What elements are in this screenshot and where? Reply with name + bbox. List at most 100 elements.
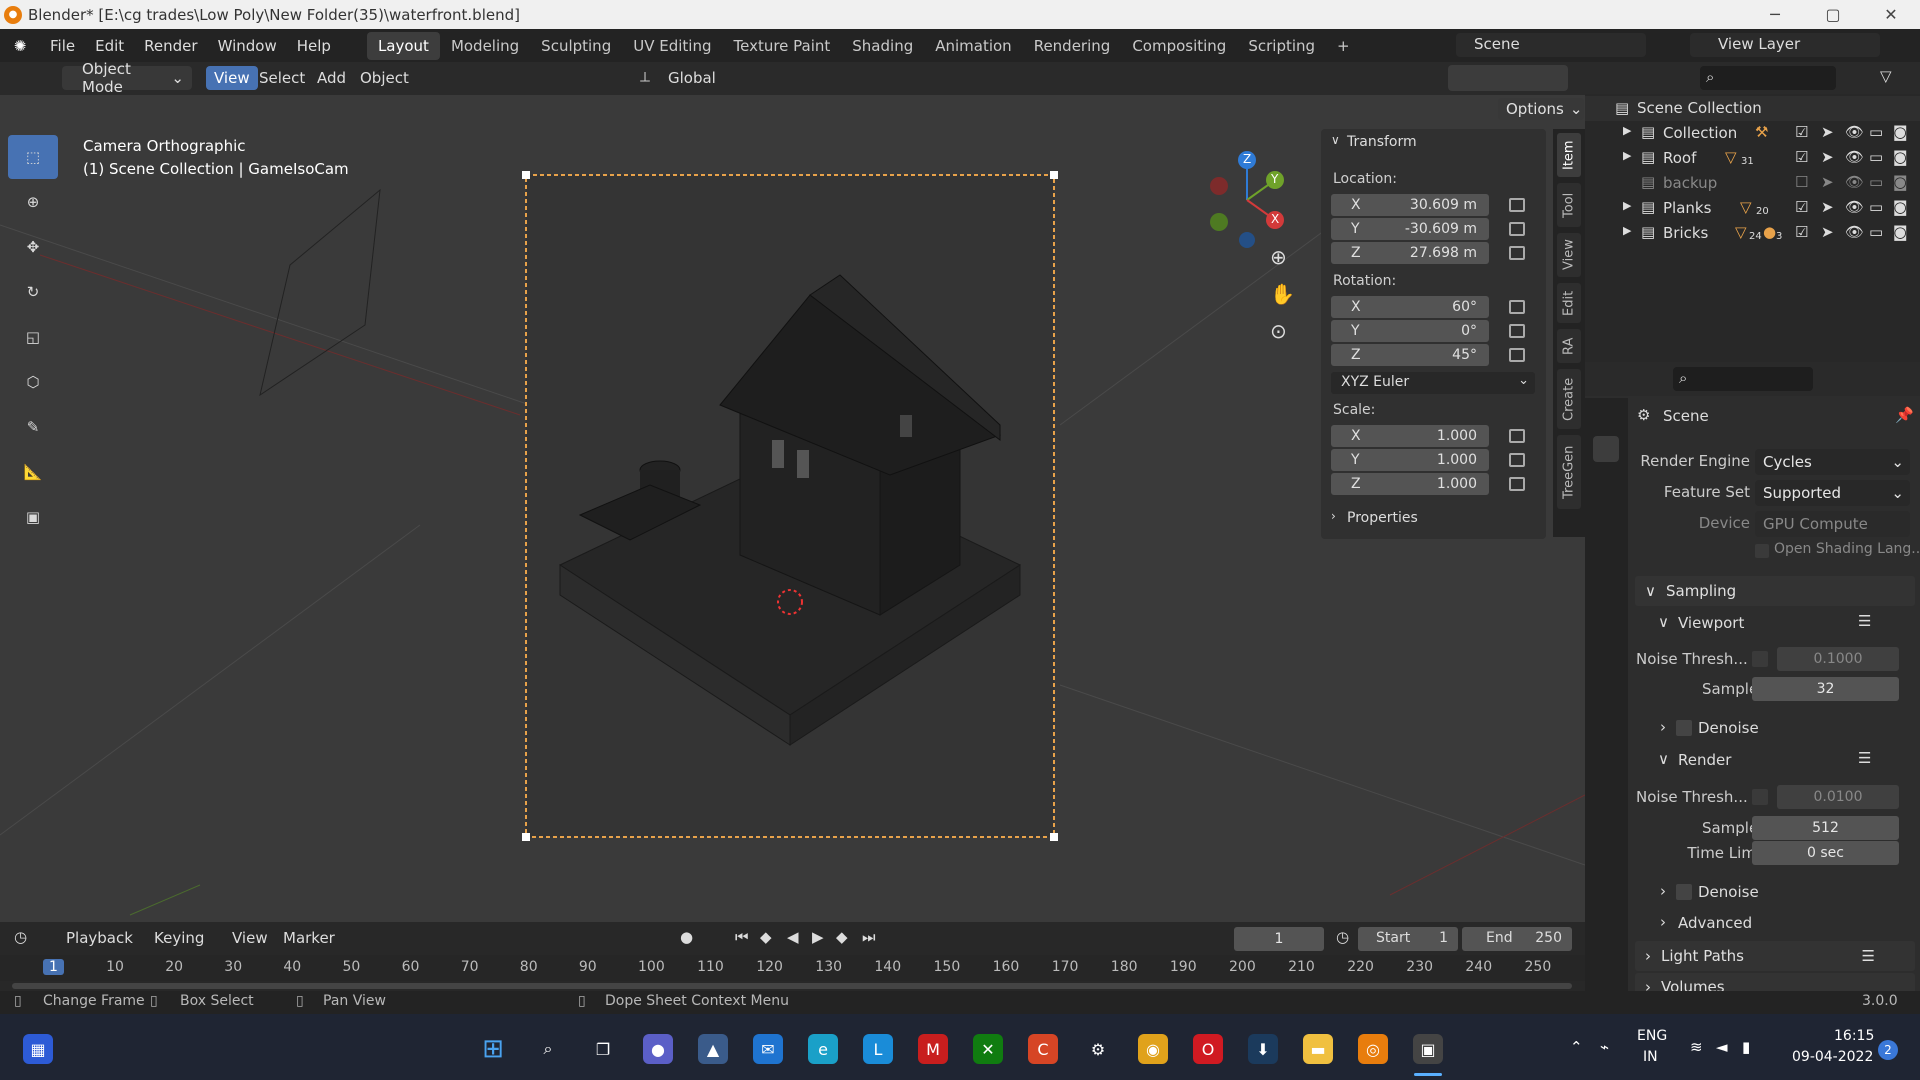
tab-uv-editing[interactable]: UV Editing xyxy=(622,32,722,60)
location-z-field[interactable]: Z 27.698 m xyxy=(1331,242,1489,264)
current-frame-field[interactable]: 1 xyxy=(1234,927,1324,951)
network-off-icon[interactable]: ⌁ xyxy=(1600,1038,1609,1056)
lock-icon[interactable] xyxy=(1509,453,1525,467)
start-frame-field[interactable]: Start 1 xyxy=(1358,927,1458,951)
world-tab-icon[interactable] xyxy=(1593,572,1619,598)
eye-icon[interactable]: 👁 xyxy=(1845,223,1864,241)
lock-icon[interactable] xyxy=(1509,429,1525,443)
camera-icon[interactable]: ◙ xyxy=(1893,173,1908,191)
add-menu[interactable]: Add xyxy=(317,69,346,87)
task-view-icon[interactable]: ❐ xyxy=(588,1034,618,1064)
prev-keyframe-icon[interactable]: ◆ xyxy=(760,928,772,946)
constraints-tab-icon[interactable] xyxy=(1593,680,1619,706)
viewport-noise-field[interactable]: 0.1000 xyxy=(1777,647,1899,671)
opera-icon[interactable]: O xyxy=(1193,1034,1223,1064)
active-app-icon[interactable]: ▣ xyxy=(1413,1034,1443,1064)
checkbox-icon[interactable]: ☐ xyxy=(1795,173,1808,191)
checkbox-icon[interactable]: ☑ xyxy=(1795,198,1808,216)
tab-layout[interactable]: Layout xyxy=(366,31,440,60)
chat-icon[interactable]: ● xyxy=(643,1034,673,1064)
render-tab-icon[interactable] xyxy=(1593,436,1619,462)
chevron-down-icon[interactable]: ∨ xyxy=(1658,613,1669,631)
add-cube-tool[interactable]: ▣ xyxy=(8,495,58,539)
mode-dropdown[interactable]: Object Mode ⌄ xyxy=(62,60,192,96)
mcafee-icon[interactable]: M xyxy=(918,1034,948,1064)
clock-icon[interactable]: ◷ xyxy=(1336,928,1349,946)
jump-start-icon[interactable]: ⏮ xyxy=(735,928,749,946)
rotation-mode-dropdown[interactable]: XYZ Euler ⌄ xyxy=(1331,372,1535,394)
properties-search-input[interactable]: ⌕ xyxy=(1673,367,1813,391)
checkbox-icon[interactable]: ☑ xyxy=(1795,223,1808,241)
lock-icon[interactable] xyxy=(1509,300,1525,314)
outliner-item[interactable]: ▤ backup ☐ ➤ 👁 ▭ ◙ xyxy=(1585,171,1920,196)
tab-view[interactable]: View xyxy=(1557,233,1581,277)
tab-tool[interactable]: Tool xyxy=(1557,183,1581,227)
start-windows-icon[interactable]: ⊞ xyxy=(478,1034,508,1064)
chrome-icon[interactable]: ◉ xyxy=(1138,1034,1168,1064)
monitor-icon[interactable]: ▭ xyxy=(1869,223,1883,241)
lock-icon[interactable] xyxy=(1509,477,1525,491)
settings-gear-icon[interactable]: ⚙ xyxy=(1083,1034,1113,1064)
eye-icon[interactable]: 👁 xyxy=(1845,198,1864,216)
scale-x-field[interactable]: X 1.000 xyxy=(1331,425,1489,447)
tab-animation[interactable]: Animation xyxy=(924,32,1022,60)
menu-file[interactable]: File xyxy=(40,37,85,55)
location-x-field[interactable]: X 30.609 m xyxy=(1331,194,1489,216)
filter-icon[interactable]: ▽ xyxy=(1880,67,1892,85)
end-frame-field[interactable]: End 250 xyxy=(1462,927,1572,951)
texture-tab-icon[interactable] xyxy=(1593,748,1619,774)
monitor-icon[interactable]: ▭ xyxy=(1869,173,1883,191)
cursor-tool[interactable]: ⊕ xyxy=(8,180,58,224)
menu-window[interactable]: Window xyxy=(208,37,287,55)
menu-edit[interactable]: Edit xyxy=(85,37,134,55)
maximize-button[interactable]: ▢ xyxy=(1804,0,1862,29)
l-app-icon[interactable]: L xyxy=(863,1034,893,1064)
scale-y-field[interactable]: Y 1.000 xyxy=(1331,449,1489,471)
tab-shading[interactable]: Shading xyxy=(841,32,924,60)
outliner-item[interactable]: ▶ ▤ Bricks ▽ 24 ● 3 ☑ ➤ 👁 ▭ ◙ xyxy=(1585,221,1920,246)
language-line1[interactable]: ENG xyxy=(1637,1028,1667,1044)
camera-icon[interactable]: ◙ xyxy=(1893,198,1908,216)
viewport-samples-field[interactable]: 32 xyxy=(1752,677,1899,701)
eye-icon[interactable]: 👁 xyxy=(1845,148,1864,166)
tool-tab-icon[interactable] xyxy=(1593,402,1619,428)
monitor-icon[interactable]: ▭ xyxy=(1869,198,1883,216)
tab-scripting[interactable]: Scripting xyxy=(1237,32,1326,60)
rotation-x-field[interactable]: X 60° xyxy=(1331,296,1489,318)
transform-tool[interactable]: ⬡ xyxy=(8,360,58,404)
edge-browser-icon[interactable]: e xyxy=(808,1034,838,1064)
output-tab-icon[interactable] xyxy=(1593,470,1619,496)
search-icon[interactable]: ⌕ xyxy=(533,1034,563,1064)
render-samples-field[interactable]: 512 xyxy=(1752,816,1899,840)
select-menu[interactable]: Select xyxy=(259,69,305,87)
light-paths-panel-header[interactable]: › Light Paths ☰ xyxy=(1635,941,1915,971)
list-icon[interactable]: ☰ xyxy=(1858,749,1871,767)
camera-icon[interactable]: ◙ xyxy=(1893,148,1908,166)
select-icon[interactable]: ➤ xyxy=(1821,198,1834,216)
chevron-down-icon[interactable]: ∨ xyxy=(1658,750,1669,768)
photos-icon[interactable]: ▲ xyxy=(698,1034,728,1064)
tab-edit[interactable]: Edit xyxy=(1557,283,1581,323)
denoise-checkbox[interactable] xyxy=(1676,720,1692,736)
add-workspace-button[interactable]: + xyxy=(1326,32,1361,60)
lock-icon[interactable] xyxy=(1509,222,1525,236)
chevron-right-icon[interactable]: › xyxy=(1660,913,1666,931)
expand-arrow-icon[interactable]: ▶ xyxy=(1623,149,1631,162)
outliner-item[interactable]: ▶ ▤ Planks ▽ 20 ☑ ➤ 👁 ▭ ◙ xyxy=(1585,196,1920,221)
object-tab-icon[interactable] xyxy=(1593,612,1619,638)
view-layer-tab-icon[interactable] xyxy=(1593,504,1619,530)
chevron-down-icon[interactable]: ∨ xyxy=(1331,133,1340,147)
noise-threshold-checkbox[interactable] xyxy=(1752,651,1768,667)
transform-header[interactable]: Transform xyxy=(1347,134,1417,150)
timeline-scrollbar[interactable] xyxy=(12,983,1572,989)
lock-icon[interactable] xyxy=(1509,198,1525,212)
tab-texture-paint[interactable]: Texture Paint xyxy=(722,32,841,60)
move-tool[interactable]: ✥ xyxy=(8,225,58,269)
chevron-right-icon[interactable]: › xyxy=(1660,882,1666,900)
tab-compositing[interactable]: Compositing xyxy=(1121,32,1237,60)
language-line2[interactable]: IN xyxy=(1643,1049,1658,1065)
viewport-subpanel[interactable]: Viewport xyxy=(1678,614,1744,632)
select-icon[interactable]: ➤ xyxy=(1821,223,1834,241)
close-button[interactable]: ✕ xyxy=(1862,0,1920,29)
camera-icon[interactable]: ◙ xyxy=(1893,123,1908,141)
